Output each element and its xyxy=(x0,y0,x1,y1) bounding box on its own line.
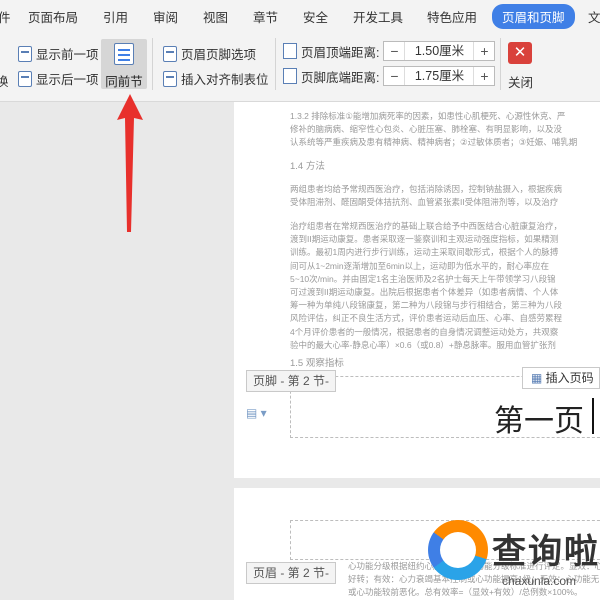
close-icon: ✕ xyxy=(513,44,527,61)
insert-tab-stop-label: 插入对齐制表位 xyxy=(181,73,269,87)
text-line: 训练。最初1周内进行步行训练，运动主采取间歇形式，根据个人的脉搏 xyxy=(290,247,559,258)
tab-stop-icon xyxy=(163,70,177,87)
footer-tag: 页脚 - 第 2 节- xyxy=(246,370,337,392)
page-number-icon: ▦ xyxy=(531,371,546,385)
footer-page-number-text[interactable]: 第一页 xyxy=(494,396,584,440)
text-line: 间可从1~2min逐渐增加至6min以上，运动即为低水平的，耐心率应在 xyxy=(290,260,550,271)
header-tag: 页眉 - 第 2 节- xyxy=(246,562,337,584)
ribbon-divider xyxy=(500,38,501,90)
same-as-previous-button[interactable]: 同前节 xyxy=(101,39,147,89)
section-heading: 1.4 方法 xyxy=(290,161,325,172)
menu-view[interactable]: 视图 xyxy=(203,7,228,26)
text-line: 修补的脑病病、缩窄性心包炎、心脏压塞、肺栓塞、有明显影响，以及没 xyxy=(290,124,563,135)
show-next-icon xyxy=(18,70,32,87)
footer-bottom-input[interactable]: 1.75厘米 xyxy=(404,67,475,85)
red-arrow-annotation xyxy=(117,94,143,232)
header-top-label: 页眉顶端距离: xyxy=(301,45,380,60)
ribbon-divider xyxy=(275,38,276,90)
header-distance-icon xyxy=(283,43,297,59)
link-previous-icon xyxy=(114,43,134,65)
paragraph-treatment: 治疗组患者在常规西医治疗的基础上联合给予中西医结合心脏康复治疗， 渡到II期运动… xyxy=(290,220,600,352)
header-footer-options-label: 页眉页脚选项 xyxy=(181,48,257,62)
watermark-logo-icon xyxy=(428,520,488,580)
show-next-button[interactable]: 显示后一项 xyxy=(18,69,99,88)
show-prev-icon xyxy=(18,45,32,62)
text-line: 筹一种为单纯八段锦康复，第二种为八段锦与步行相结合，第三种为八段 xyxy=(290,300,563,311)
paragraph-methods: 两组患者均给予常规西医治疗，包括消除诱因，控制钠盐摄入，根据疾病 受体阻滞剂、醛… xyxy=(290,183,600,209)
text-line: 可过渡到II期运动康复。出院后根据患者个体差异（如患者病情、个人体 xyxy=(290,287,559,298)
insert-tab-stop-button[interactable]: 插入对齐制表位 xyxy=(163,69,269,88)
paragraph-exclusion: 1.3.2 排除标准①能增加病死率的因素，如患性心肌梗死、心源性休克、严 修补的… xyxy=(290,110,600,150)
footer-bottom-minus-button[interactable]: − xyxy=(384,68,404,84)
text-line: 验中的最大心率-静息心率）×0.6（或0.8）+静息脉率。服用血管扩张剂 xyxy=(290,339,556,350)
text-line: 两组患者均给予常规西医治疗，包括消除诱因，控制钠盐摄入，根据疾病 xyxy=(290,184,563,194)
text-line: 1.3.2 排除标准①能增加病死率的因素，如患性心肌梗死、心源性休克、严 xyxy=(290,111,566,121)
menu-page-layout[interactable]: 页面布局 xyxy=(28,7,78,26)
header-top-plus-button[interactable]: + xyxy=(474,43,494,59)
footer-bottom-spinner: − 1.75厘米 + xyxy=(383,66,496,86)
text-line: 渡到II期运动康复。患者采取逐一鉴察训和主观运动强度指标，如果精测 xyxy=(290,234,559,245)
menu-developer[interactable]: 开发工具 xyxy=(353,7,403,26)
footer-bottom-plus-button[interactable]: + xyxy=(474,68,494,84)
footer-distance-icon xyxy=(283,68,297,84)
site-watermark: 查询啦 chaxunla.com xyxy=(420,512,600,600)
insert-page-number-button[interactable]: ▦ 插入页码 xyxy=(522,367,600,389)
switch-label: 换 xyxy=(0,75,9,89)
header-top-distance: 页眉顶端距离: − 1.50厘米 + xyxy=(283,41,496,61)
show-prev-label: 显示前一项 xyxy=(36,48,99,62)
watermark-text: 查询啦 xyxy=(492,533,600,571)
show-next-label: 显示后一项 xyxy=(36,73,99,87)
close-label: 关闭 xyxy=(508,76,534,90)
close-header-footer-button[interactable]: ✕ xyxy=(508,42,532,64)
header-top-minus-button[interactable]: − xyxy=(384,43,404,59)
menu-review[interactable]: 审阅 xyxy=(153,7,178,26)
menu-bar: 件 页面布局 引用 审阅 视图 章节 安全 开发工具 特色应用 页眉和页脚 文 xyxy=(0,0,600,30)
text-line: 风险评估，纠正不良生活方式，评价患者运动后血压、心率、自感劳累程 xyxy=(290,313,563,324)
show-prev-button[interactable]: 显示前一项 xyxy=(18,44,99,63)
menu-special-apps[interactable]: 特色应用 xyxy=(427,7,477,26)
insert-page-number-label: 插入页码 xyxy=(545,371,594,385)
menu-file[interactable]: 件 xyxy=(0,7,11,26)
options-icon xyxy=(163,45,177,62)
header-top-spinner: − 1.50厘米 + xyxy=(383,41,496,61)
text-line: 4个月评价患者的一般情况，根据患者的自身情况调整运动处方，共观察 xyxy=(290,326,559,337)
arrow-up-icon xyxy=(117,94,143,232)
text-line: 治疗组患者在常规西医治疗的基础上联合给予中西医结合心脏康复治疗， xyxy=(290,221,563,231)
ribbon-divider xyxy=(152,38,153,90)
menu-more[interactable]: 文 xyxy=(588,7,600,26)
footer-bottom-distance: 页脚底端距离: − 1.75厘米 + xyxy=(283,66,496,86)
menu-security[interactable]: 安全 xyxy=(303,7,328,26)
header-footer-options-button[interactable]: 页眉页脚选项 xyxy=(163,44,256,63)
text-line: 受体阻滞剂、醛固酮受体拮抗剂、血管紧张素II受体阻滞剂等，以及治疗 xyxy=(290,197,559,208)
text-line: 5~10次/min。并由固定1名主治医师及2名护士每天上午带领学习八段锦 xyxy=(290,273,556,284)
watermark-url: chaxunla.com xyxy=(502,574,577,588)
menu-chapter[interactable]: 章节 xyxy=(253,7,278,26)
text-cursor xyxy=(592,398,594,434)
footer-bottom-label: 页脚底端距离: xyxy=(301,70,380,85)
paragraph-options-icon[interactable]: ▤ ▾ xyxy=(246,406,267,420)
menu-header-footer[interactable]: 页眉和页脚 xyxy=(492,4,575,29)
same-as-previous-label: 同前节 xyxy=(105,75,143,89)
menu-references[interactable]: 引用 xyxy=(103,7,128,26)
header-top-input[interactable]: 1.50厘米 xyxy=(404,42,475,60)
switch-button[interactable]: 换 xyxy=(0,71,9,90)
text-line: 认系统等严重疾病及患有精神病、精神病者；②过敏体质者；③妊娠、哺乳期 xyxy=(290,137,578,148)
